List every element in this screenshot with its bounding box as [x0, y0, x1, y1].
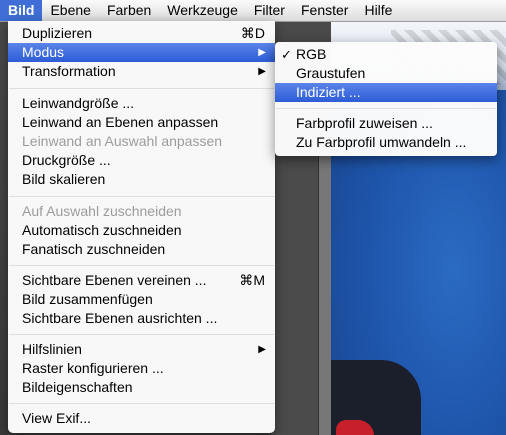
menu-item-auf-auswahl-zuschneiden: Auf Auswahl zuschneiden: [8, 202, 275, 221]
menu-separator: [9, 334, 274, 335]
menu-item-label: Druckgröße ...: [22, 152, 111, 168]
menu-item-modus[interactable]: Modus ▶: [8, 43, 275, 62]
shortcut-label: ⌘M: [239, 272, 265, 288]
menu-item-sichtbare-ebenen-ausrichten[interactable]: Sichtbare Ebenen ausrichten ...: [8, 309, 275, 328]
menu-item-transformation[interactable]: Transformation ▶: [8, 62, 275, 81]
menu-item-label: Leinwand an Ebenen anpassen: [22, 114, 219, 130]
menu-item-label: Bildeigenschaften: [22, 379, 133, 395]
menu-item-label: Sichtbare Ebenen vereinen ...: [22, 272, 207, 288]
menu-item-label: Bild zusammenfügen: [22, 291, 153, 307]
menubar-werkzeuge[interactable]: Werkzeuge: [159, 0, 246, 21]
submenu-arrow-icon: ▶: [258, 66, 266, 77]
submenu-item-label: Farbprofil zuweisen ...: [296, 115, 433, 131]
submenu-item-graustufen[interactable]: Graustufen: [275, 64, 497, 83]
menu-item-label: Leinwandgröße ...: [22, 95, 135, 111]
submenu-arrow-icon: ▶: [258, 47, 266, 58]
menu-item-fanatisch-zuschneiden[interactable]: Fanatisch zuschneiden: [8, 240, 275, 259]
menu-item-label: Modus: [22, 44, 65, 60]
menu-item-label: Hilfslinien: [22, 341, 82, 357]
menu-separator: [9, 403, 274, 404]
menubar-farben[interactable]: Farben: [99, 0, 159, 21]
scrollbar[interactable]: [318, 150, 332, 435]
menubar-hilfe[interactable]: Hilfe: [356, 0, 400, 21]
menu-item-label: Raster konfigurieren ...: [22, 360, 164, 376]
menu-item-automatisch-zuschneiden[interactable]: Automatisch zuschneiden: [8, 221, 275, 240]
menu-item-leinwand-an-auswahl: Leinwand an Auswahl anpassen: [8, 132, 275, 151]
side-panel: [270, 150, 319, 435]
menu-bar: Bild Ebene Farben Werkzeuge Filter Fenst…: [0, 0, 506, 22]
submenu-item-farbprofil-zuweisen[interactable]: Farbprofil zuweisen ...: [275, 114, 497, 133]
shortcut-label: ⌘D: [240, 25, 265, 41]
submenu-item-indiziert[interactable]: Indiziert ...: [275, 83, 497, 102]
menu-item-bild-zusammenfuegen[interactable]: Bild zusammenfügen: [8, 290, 275, 309]
menu-item-label: Leinwand an Auswahl anpassen: [22, 133, 223, 149]
menu-separator: [9, 265, 274, 266]
menu-item-raster-konfigurieren[interactable]: Raster konfigurieren ...: [8, 359, 275, 378]
menu-item-duplizieren[interactable]: Duplizieren ⌘D: [8, 24, 275, 43]
menu-item-hilfslinien[interactable]: Hilfslinien ▶: [8, 340, 275, 359]
menu-item-bildeigenschaften[interactable]: Bildeigenschaften: [8, 378, 275, 397]
menu-separator: [9, 88, 274, 89]
menu-item-label: View Exif...: [22, 410, 91, 426]
menu-item-label: Bild skalieren: [22, 171, 106, 187]
menu-item-leinwand-an-ebenen[interactable]: Leinwand an Ebenen anpassen: [8, 113, 275, 132]
menu-item-label: Fanatisch zuschneiden: [22, 241, 166, 257]
menu-item-label: Automatisch zuschneiden: [22, 222, 182, 238]
modus-submenu: ✓ RGB Graustufen Indiziert ... Farbprofi…: [275, 42, 497, 156]
menu-item-label: Sichtbare Ebenen ausrichten ...: [22, 310, 218, 326]
bild-menu: Duplizieren ⌘D Modus ▶ Transformation ▶ …: [8, 21, 275, 433]
checkmark-icon: ✓: [281, 47, 292, 62]
menu-item-label: Duplizieren: [22, 25, 93, 41]
menu-item-label: Transformation: [22, 63, 116, 79]
submenu-item-label: RGB: [296, 46, 327, 62]
menubar-ebene[interactable]: Ebene: [42, 0, 98, 21]
submenu-item-rgb[interactable]: ✓ RGB: [275, 45, 497, 64]
menu-item-leinwandgroesse[interactable]: Leinwandgröße ...: [8, 94, 275, 113]
menubar-fenster[interactable]: Fenster: [293, 0, 356, 21]
submenu-item-zu-farbprofil-umwandeln[interactable]: Zu Farbprofil umwandeln ...: [275, 133, 497, 152]
submenu-item-label: Graustufen: [296, 65, 366, 81]
menu-separator: [9, 196, 274, 197]
menu-item-druckgroesse[interactable]: Druckgröße ...: [8, 151, 275, 170]
menu-item-sichtbare-ebenen-vereinen[interactable]: Sichtbare Ebenen vereinen ... ⌘M: [8, 271, 275, 290]
menubar-filter[interactable]: Filter: [246, 0, 293, 21]
menu-item-label: Auf Auswahl zuschneiden: [22, 203, 182, 219]
submenu-item-label: Zu Farbprofil umwandeln ...: [296, 134, 467, 150]
submenu-separator: [276, 108, 496, 109]
menu-item-bild-skalieren[interactable]: Bild skalieren: [8, 170, 275, 189]
menu-item-view-exif[interactable]: View Exif...: [8, 409, 275, 428]
submenu-item-label: Indiziert ...: [296, 84, 361, 100]
menubar-bild[interactable]: Bild: [0, 0, 43, 21]
submenu-arrow-icon: ▶: [258, 344, 266, 355]
